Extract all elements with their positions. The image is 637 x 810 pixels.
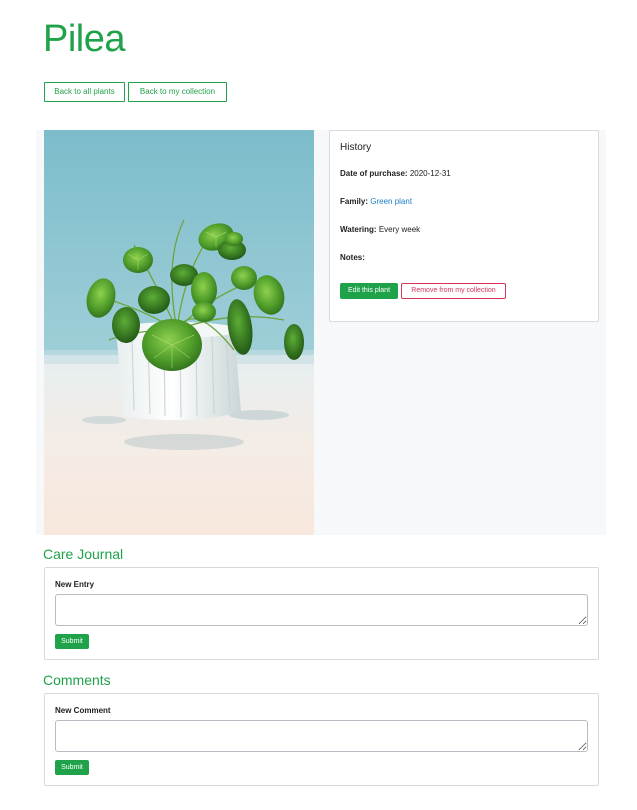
family-label: Family: xyxy=(340,197,369,206)
comment-form: New Comment Submit xyxy=(44,693,599,786)
purchase-date-label: Date of purchase: xyxy=(340,169,408,178)
back-to-all-plants-button[interactable]: Back to all plants xyxy=(44,82,125,102)
remove-from-collection-button[interactable]: Remove from my collection xyxy=(401,283,506,299)
edit-plant-button[interactable]: Edit this plant xyxy=(340,283,398,299)
submit-entry-button[interactable]: Submit xyxy=(55,634,89,649)
family-link[interactable]: Green plant xyxy=(370,197,412,206)
back-to-my-collection-button[interactable]: Back to my collection xyxy=(128,82,227,102)
family-field: Family: Green plant xyxy=(340,197,412,206)
care-journal-form: New Entry Submit xyxy=(44,567,599,660)
new-comment-label: New Comment xyxy=(55,706,111,715)
care-journal-title: Care Journal xyxy=(43,546,124,562)
new-entry-label: New Entry xyxy=(55,580,95,589)
new-entry-textarea[interactable] xyxy=(55,594,588,626)
notes-label: Notes: xyxy=(340,253,365,262)
notes-field: Notes: xyxy=(340,253,365,262)
purchase-date-field: Date of purchase: 2020-12-31 xyxy=(340,169,451,178)
watering-value: Every week xyxy=(378,225,421,234)
plant-photo xyxy=(44,130,314,535)
submit-comment-button[interactable]: Submit xyxy=(55,760,89,775)
comments-title: Comments xyxy=(43,672,111,688)
watering-label: Watering: xyxy=(340,225,377,234)
new-comment-textarea[interactable] xyxy=(55,720,588,752)
history-title: History xyxy=(340,142,372,153)
page-title: Pilea xyxy=(43,18,126,60)
history-card: History Date of purchase: 2020-12-31 Fam… xyxy=(329,130,599,322)
watering-field: Watering: Every week xyxy=(340,225,420,234)
purchase-date-value: 2020-12-31 xyxy=(409,169,451,178)
